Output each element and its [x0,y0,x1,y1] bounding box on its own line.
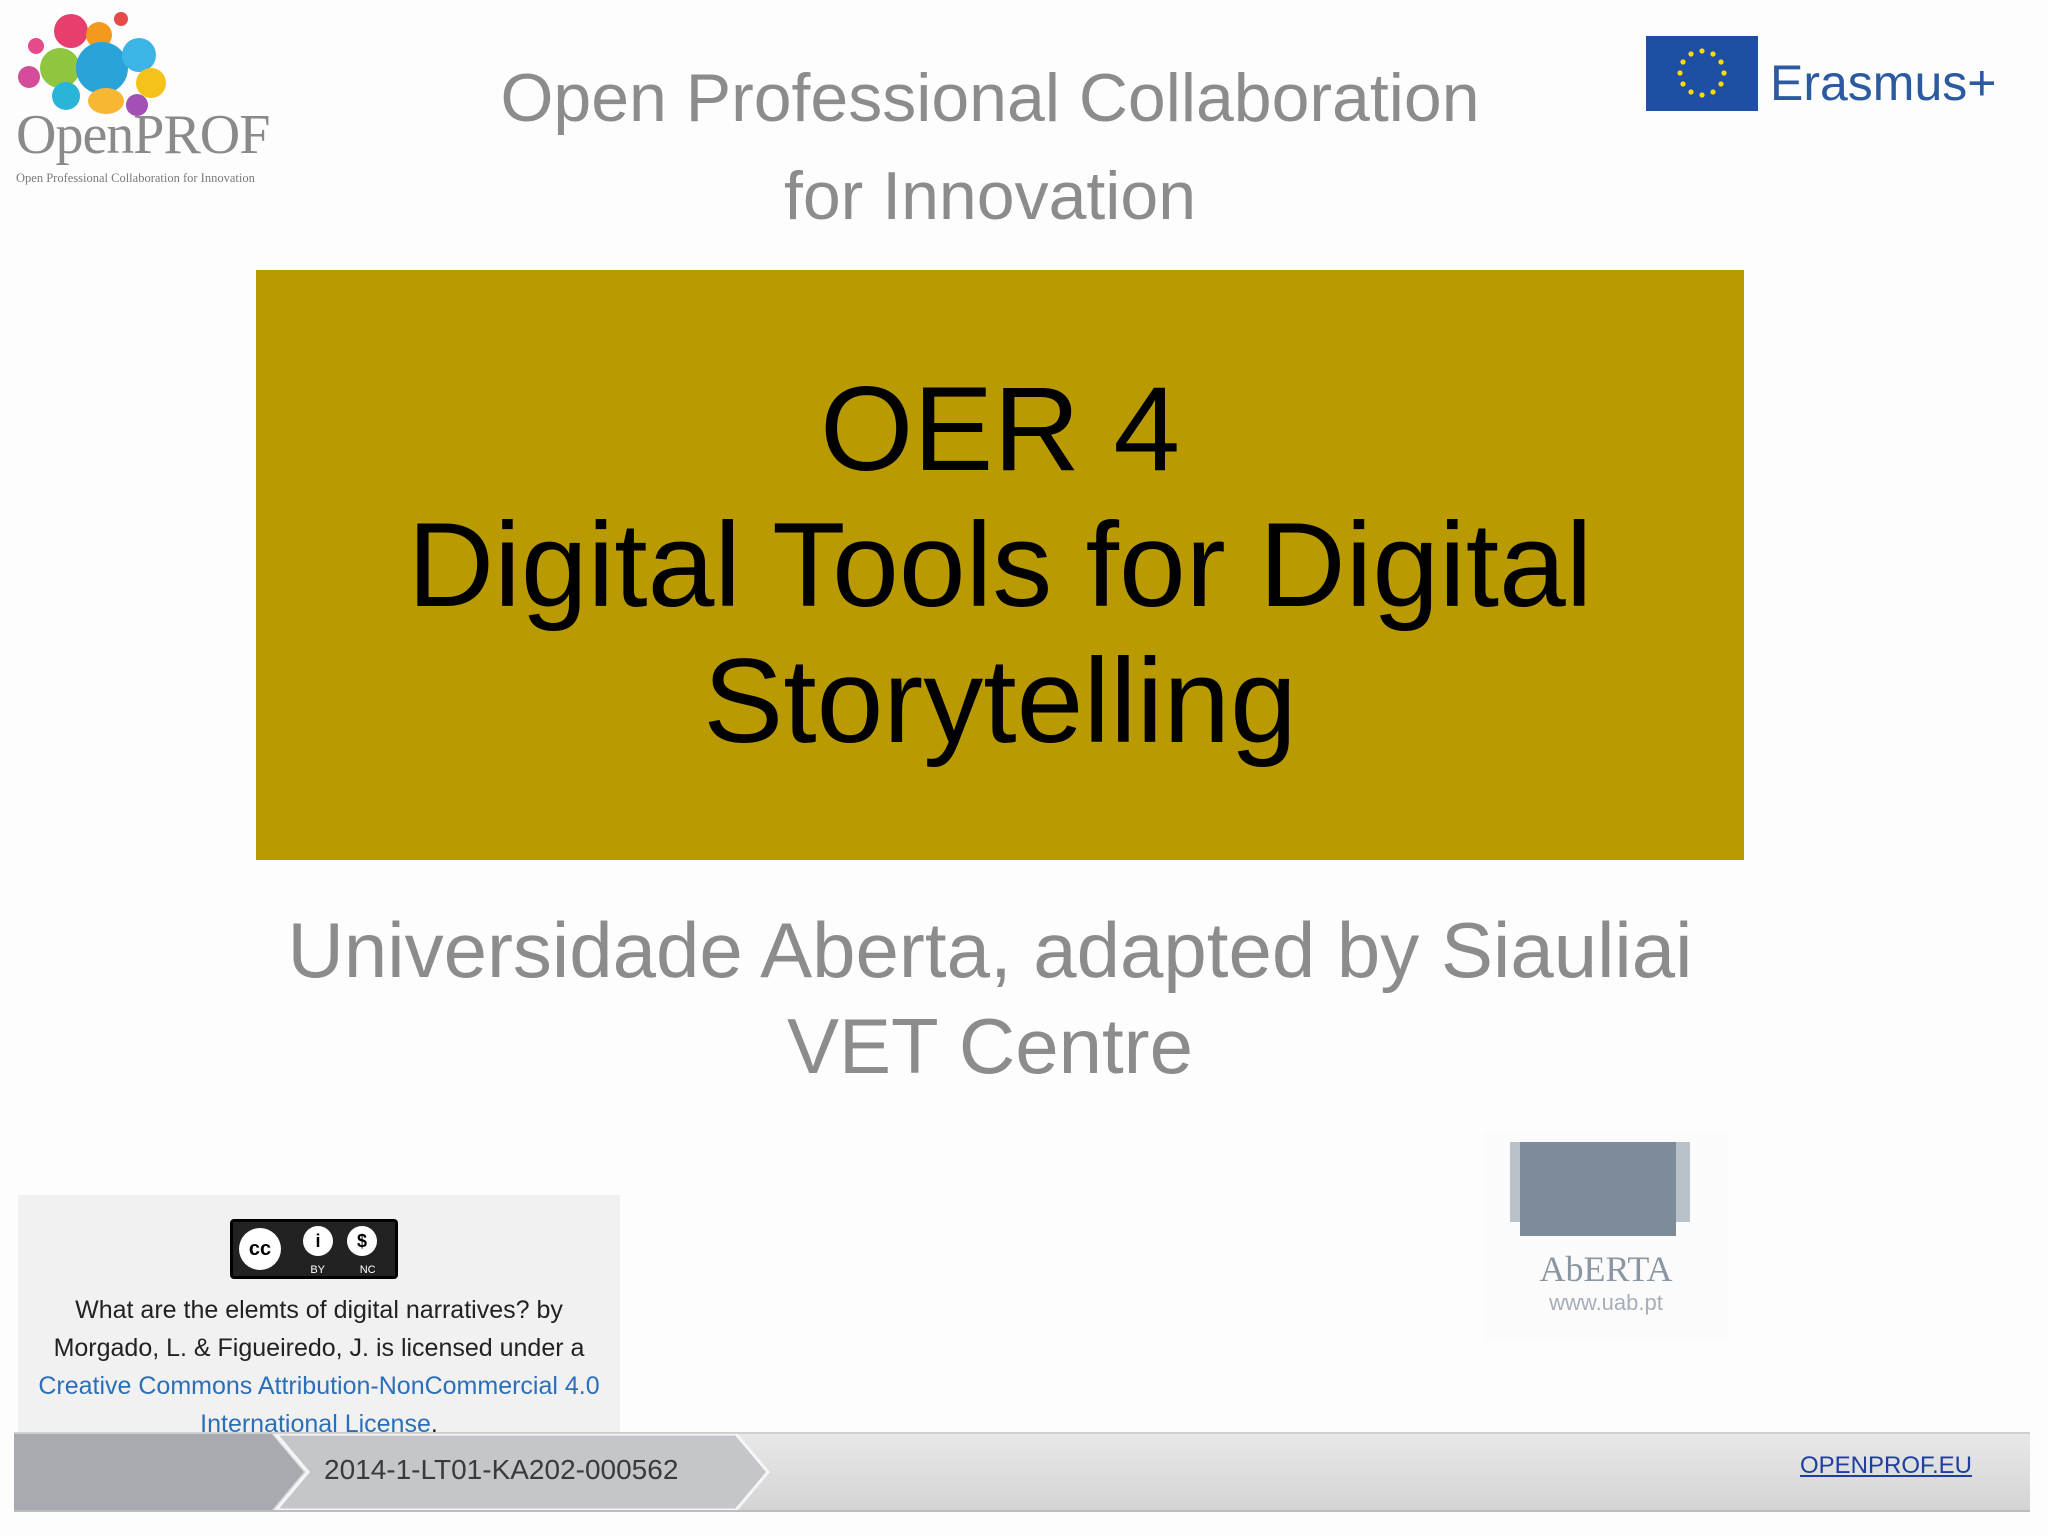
project-code: 2014-1-LT01-KA202-000562 [324,1454,679,1485]
openprof-logo: OpenPROF Open Professional Collaboration… [10,8,310,198]
subtitle-line-2: VET Centre [786,1002,1194,1090]
subtitle-line-1: Universidade Aberta, adapted by Siauliai [287,906,1693,994]
title-line-3: Storytelling [703,634,1297,768]
aberta-emblem-icon [1520,1142,1676,1236]
license-text-line-2: Morgado, L. & Figueiredo, J. is licensed… [53,1334,585,1362]
header-title-line-2: for Innovation [783,158,1197,234]
license-panel: cc i $ BY NC What are the elemts of digi… [18,1195,620,1438]
cc-by-nc-badge: cc i $ BY NC [230,1219,398,1279]
social-bubbles-icon [18,8,168,118]
erasmus-wordmark: Erasmus+ [1770,55,1997,111]
aberta-wordmark: AbERTA [1539,1249,1673,1289]
openprof-wordmark: OpenPROF [16,104,270,166]
title-line-2: Digital Tools for Digital [407,498,1593,632]
erasmus-logo: Erasmus+ [1646,34,2036,124]
attribution-icon: i [303,1226,333,1256]
header-title-line-1: Open Professional Collaboration [500,60,1480,136]
title-oer-number: OER 4 [819,362,1181,496]
aberta-logo: AbERTA www.uab.pt [1484,1132,1728,1342]
license-text-line-1: What are the elemts of digital narrative… [75,1296,563,1324]
cc-icon: cc [239,1228,281,1270]
badge-by-label: BY [310,1264,326,1276]
title-box: OER 4 Digital Tools for Digital Storytel… [256,270,1744,860]
footer-bar: 2014-1-LT01-KA202-000562 OPENPROF.EU [14,1432,2030,1512]
badge-nc-label: NC [359,1264,376,1276]
openprof-link[interactable]: OPENPROF.EU [1800,1452,1972,1480]
noncommercial-icon: $ [347,1226,377,1256]
license-link-line-1[interactable]: Creative Commons Attribution-NonCommerci… [18,1367,620,1405]
eu-flag-icon [1646,36,1758,111]
aberta-url: www.uab.pt [1549,1290,1663,1315]
openprof-tagline: Open Professional Collaboration for Inno… [16,171,255,185]
